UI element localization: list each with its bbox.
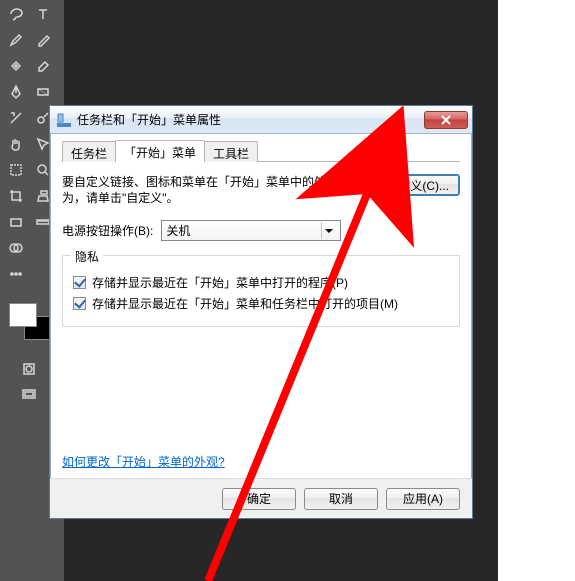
heal-tool-icon[interactable] [3, 55, 28, 77]
dialog-body: 任务栏 「开始」菜单 工具栏 要自定义链接、图标和菜单在「开始」菜单中的外观和行… [50, 134, 472, 518]
gradient-tool-icon[interactable] [30, 81, 55, 103]
privacy-option-1-row: 存储并显示最近在「开始」菜单中打开的程序(P) [73, 274, 449, 291]
help-link[interactable]: 如何更改「开始」菜单的外观? [62, 453, 225, 470]
brush-tool-icon[interactable] [3, 29, 28, 51]
taskbar-startmenu-properties-dialog: 任务栏和「开始」菜单属性 任务栏 「开始」菜单 工具栏 要自定义链接、图标和菜单… [49, 105, 473, 519]
power-action-value: 关机 [166, 222, 190, 239]
dialog-title-text: 任务栏和「开始」菜单属性 [77, 111, 424, 128]
lasso-tool-icon[interactable] [3, 3, 28, 25]
tab-start-menu[interactable]: 「开始」菜单 [115, 140, 205, 162]
tab-taskbar[interactable]: 任务栏 [62, 141, 116, 162]
eyedropper-tool-icon[interactable] [30, 29, 55, 51]
privacy-option-1-label: 存储并显示最近在「开始」菜单中打开的程序(P) [92, 274, 348, 291]
apply-button[interactable]: 应用(A) [386, 488, 460, 510]
privacy-option-2-row: 存储并显示最近在「开始」菜单和任务栏中打开的项目(M) [73, 295, 449, 312]
text-tool-icon[interactable] [30, 3, 55, 25]
dialog-icon [56, 112, 72, 128]
dialog-titlebar[interactable]: 任务栏和「开始」菜单属性 [50, 106, 472, 134]
dialog-footer: 确定 取消 应用(A) [50, 478, 472, 518]
more-tool-icon[interactable] [3, 263, 28, 285]
customize-button[interactable]: 自定义(C)... [375, 174, 460, 196]
chevron-down-icon [321, 222, 336, 239]
privacy-checkbox-1[interactable] [73, 276, 86, 289]
ok-button[interactable]: 确定 [222, 488, 296, 510]
power-button-row: 电源按钮操作(B): 关机 [62, 220, 460, 241]
path-tool-icon[interactable] [3, 107, 28, 129]
shape-tool-icon[interactable] [3, 211, 28, 233]
tab-toolbars[interactable]: 工具栏 [204, 141, 258, 162]
screenmode-icon[interactable] [4, 384, 54, 406]
power-action-dropdown[interactable]: 关机 [161, 220, 341, 241]
privacy-group-title: 隐私 [71, 248, 103, 265]
union-tool-icon[interactable] [3, 237, 28, 259]
close-icon [441, 115, 451, 125]
privacy-groupbox: 隐私 存储并显示最近在「开始」菜单中打开的程序(P) 存储并显示最近在「开始」菜… [62, 255, 460, 327]
hand-tool-icon[interactable] [3, 133, 28, 155]
pen-tool-icon[interactable] [3, 81, 28, 103]
eraser-tool-icon[interactable] [30, 55, 55, 77]
quickmask-icon[interactable] [4, 358, 54, 380]
privacy-checkbox-2[interactable] [73, 297, 86, 310]
tab-strip: 任务栏 「开始」菜单 工具栏 [62, 140, 460, 162]
description-text: 要自定义链接、图标和菜单在「开始」菜单中的外观和行为，请单击"自定义"。 [62, 174, 363, 206]
rect-select-tool-icon[interactable] [3, 159, 28, 181]
foreground-color-swatch[interactable] [9, 303, 37, 327]
description-row: 要自定义链接、图标和菜单在「开始」菜单中的外观和行为，请单击"自定义"。 自定义… [62, 174, 460, 206]
crop-tool-icon[interactable] [3, 185, 28, 207]
close-button[interactable] [424, 111, 468, 129]
privacy-option-2-label: 存储并显示最近在「开始」菜单和任务栏中打开的项目(M) [92, 295, 398, 312]
toolbar-col-1 [3, 3, 28, 285]
power-button-label: 电源按钮操作(B): [62, 222, 153, 239]
cancel-button[interactable]: 取消 [304, 488, 378, 510]
